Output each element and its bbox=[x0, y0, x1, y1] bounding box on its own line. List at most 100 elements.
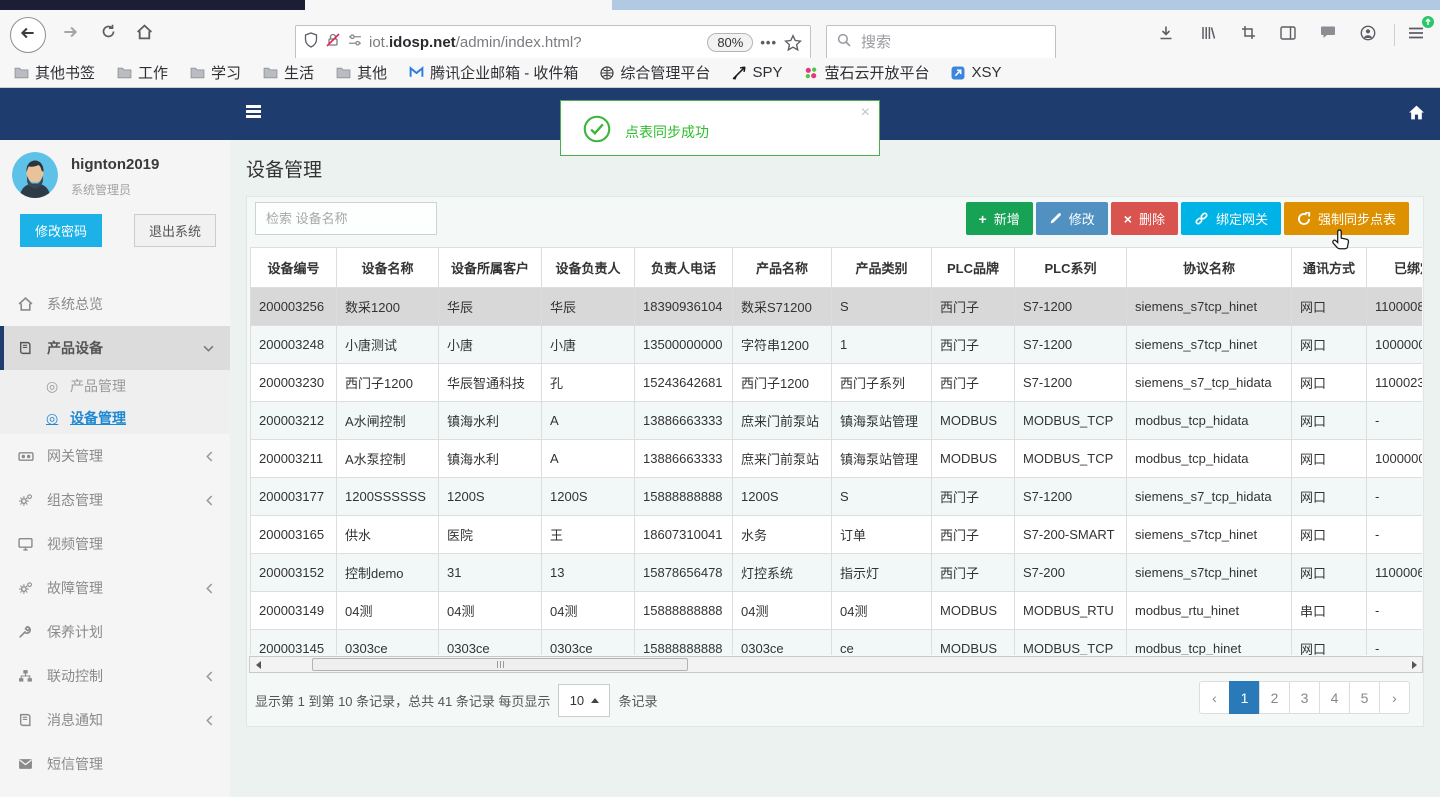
sidebar-item-产品管理[interactable]: ◎ 产品管理 bbox=[0, 370, 230, 402]
table-cell: 0303ce bbox=[438, 629, 542, 655]
sidebar-item-网关管理[interactable]: 网关管理 bbox=[0, 434, 230, 478]
logout-button[interactable]: 退出系统 bbox=[134, 214, 217, 247]
column-header[interactable]: 产品类别 bbox=[831, 247, 932, 288]
account-button[interactable] bbox=[1352, 19, 1384, 51]
column-header[interactable]: PLC品牌 bbox=[931, 247, 1015, 288]
sidebar-item-视频管理[interactable]: 视频管理 bbox=[0, 522, 230, 566]
column-header[interactable]: 设备所属客户 bbox=[438, 247, 542, 288]
bookmark-item[interactable]: 工作 bbox=[117, 62, 168, 83]
column-header[interactable]: 产品名称 bbox=[732, 247, 832, 288]
pager-page-1[interactable]: 1 bbox=[1229, 681, 1260, 714]
table-row[interactable]: 200003149 04测 04测 04测 15888888888 04测 04测 MODBU… bbox=[250, 591, 1422, 630]
column-header[interactable]: 设备名称 bbox=[336, 247, 439, 288]
change-password-button[interactable]: 修改密码 bbox=[20, 214, 103, 247]
bookmark-star-icon[interactable] bbox=[784, 33, 802, 52]
page-actions-icon[interactable]: ••• bbox=[760, 35, 777, 50]
pager-page-5[interactable]: 5 bbox=[1349, 681, 1380, 714]
url-bar[interactable]: iot.idosp.net/admin/index.html? 80% ••• bbox=[295, 25, 811, 60]
reload-button[interactable] bbox=[92, 18, 124, 50]
sidebar-item-设备管理[interactable]: ◎ 设备管理 bbox=[0, 402, 230, 434]
table-cell: 孔 bbox=[541, 363, 635, 402]
column-header[interactable]: PLC系列 bbox=[1014, 247, 1127, 288]
bookmark-item[interactable]: 学习 bbox=[190, 62, 241, 83]
folder-icon bbox=[336, 66, 351, 79]
新增-button[interactable]: + 新增 bbox=[965, 202, 1033, 235]
sidebar-item-保养计划[interactable]: 保养计划 bbox=[0, 610, 230, 654]
sidebar-item-消息通知[interactable]: 消息通知 bbox=[0, 698, 230, 742]
column-header[interactable]: 设备编号 bbox=[250, 247, 337, 288]
pager-page-4[interactable]: 4 bbox=[1319, 681, 1350, 714]
column-header[interactable]: 设备负责人 bbox=[541, 247, 635, 288]
browser-search-bar[interactable] bbox=[826, 25, 1056, 60]
insecure-lock-icon[interactable] bbox=[325, 32, 341, 53]
bookmark-item[interactable]: SPY bbox=[732, 64, 782, 81]
table-row[interactable]: 200003256 数采1200 华辰 华辰 18390936104 数采S71200 S 西… bbox=[250, 287, 1422, 326]
table-row[interactable]: 200003212 A水闸控制 镇海水利 A 13886663333 庶来门前泵站 镇海泵站… bbox=[250, 401, 1422, 440]
table-row[interactable]: 200003248 小唐测试 小唐 小唐 13500000000 字符串1200 1 西门子 S… bbox=[250, 325, 1422, 364]
pager-prev[interactable]: ‹ bbox=[1199, 681, 1230, 714]
button-label: 删除 bbox=[1138, 212, 1165, 227]
zoom-level-badge[interactable]: 80% bbox=[707, 33, 754, 52]
column-header[interactable]: 协议名称 bbox=[1126, 247, 1292, 288]
删除-button[interactable]: × 删除 bbox=[1110, 202, 1178, 235]
sidebar-item-产品设备[interactable]: 产品设备 bbox=[0, 326, 230, 370]
sidebar-toggle-button[interactable] bbox=[246, 105, 261, 120]
table-row[interactable]: 200003165 供水 医院王 18607310041 水务 订单 西门子 S7-200-S… bbox=[250, 515, 1422, 554]
menu-button[interactable] bbox=[1400, 16, 1434, 51]
app-home-icon[interactable] bbox=[1408, 105, 1425, 120]
messages-button[interactable] bbox=[1312, 19, 1344, 51]
pager-page-2[interactable]: 2 bbox=[1259, 681, 1290, 714]
pager-next[interactable]: › bbox=[1379, 681, 1410, 714]
bookmark-item[interactable]: 萤石云开放平台 bbox=[804, 62, 929, 83]
downloads-button[interactable] bbox=[1150, 19, 1182, 51]
column-header[interactable]: 通讯方式 bbox=[1291, 247, 1367, 288]
book-icon bbox=[18, 713, 36, 727]
绑定网关-button[interactable]: 绑定网关 bbox=[1180, 202, 1281, 235]
table-row[interactable]: 200003211 A水泵控制 镇海水利 A 13886663333 庶来门前泵站 镇海泵站… bbox=[250, 439, 1422, 478]
bookmark-item[interactable]: 综合管理平台 bbox=[600, 62, 710, 83]
browser-search-input[interactable] bbox=[859, 33, 1045, 52]
horizontal-scrollbar[interactable] bbox=[249, 656, 1423, 673]
permissions-icon[interactable] bbox=[348, 33, 362, 52]
pager-page-3[interactable]: 3 bbox=[1289, 681, 1320, 714]
bookmark-item[interactable]: 生活 bbox=[263, 62, 314, 83]
修改-button[interactable]: 修改 bbox=[1035, 202, 1108, 235]
table-cell: siemens_s7_tcp_hidata bbox=[1126, 477, 1292, 516]
bookmark-item[interactable]: XSY bbox=[951, 64, 1001, 81]
page-size-dropdown[interactable]: 10 bbox=[558, 684, 611, 717]
sidebar-item-label: 联动控制 bbox=[47, 668, 103, 684]
scrollbar-thumb[interactable] bbox=[312, 658, 688, 671]
back-button[interactable] bbox=[10, 17, 46, 53]
toast-notification: 点表同步成功 × bbox=[560, 100, 880, 156]
screenshot-button[interactable] bbox=[1232, 19, 1264, 51]
sidebar-item-故障管理[interactable]: 故障管理 bbox=[0, 566, 230, 610]
table-row[interactable]: 200003177 1200SSSSSS 1200S 1200S 15888888888… bbox=[250, 477, 1422, 516]
table-cell: 200003212 bbox=[250, 401, 337, 440]
强制同步点表-button[interactable]: 强制同步点表 bbox=[1283, 202, 1409, 235]
shield-icon[interactable] bbox=[304, 32, 318, 53]
sidebar-item-系统总览[interactable]: 系统总览 bbox=[0, 282, 230, 326]
sidebar-item-clipped[interactable] bbox=[0, 786, 230, 797]
button-label: 修改 bbox=[1068, 212, 1095, 227]
sidebar-item-联动控制[interactable]: 联动控制 bbox=[0, 654, 230, 698]
sidebars-button[interactable] bbox=[1272, 19, 1304, 51]
bookmark-item[interactable]: 其他书签 bbox=[14, 62, 95, 83]
table-cell: 庶来门前泵站 bbox=[732, 439, 832, 478]
scroll-right-arrow[interactable] bbox=[1406, 657, 1422, 672]
column-header[interactable]: 已绑定网关 bbox=[1366, 247, 1422, 288]
forward-button[interactable] bbox=[54, 18, 86, 50]
device-search-input[interactable] bbox=[255, 202, 437, 235]
bookmark-item[interactable]: 腾讯企业邮箱 - 收件箱 bbox=[409, 62, 578, 83]
table-row[interactable]: 200003152 控制demo 31 13 15878656478 灯控系统 指示灯 西门子… bbox=[250, 553, 1422, 592]
sidebar-item-短信管理[interactable]: 短信管理 bbox=[0, 742, 230, 786]
table-row[interactable]: 200003230 西门子1200 华辰智通科技孔 15243642681 西门子120… bbox=[250, 363, 1422, 402]
close-icon[interactable]: × bbox=[861, 104, 870, 122]
bookmark-item[interactable]: 其他 bbox=[336, 62, 387, 83]
sidebar-item-组态管理[interactable]: 组态管理 bbox=[0, 478, 230, 522]
library-button[interactable] bbox=[1192, 19, 1224, 51]
table-row[interactable]: 200003145 0303ce 0303ce 0303ce 15888888888 03… bbox=[250, 629, 1422, 655]
bookmark-label: 工作 bbox=[138, 65, 169, 82]
scroll-left-arrow[interactable] bbox=[250, 657, 266, 672]
browser-home-button[interactable] bbox=[128, 18, 160, 50]
column-header[interactable]: 负责人电话 bbox=[634, 247, 733, 288]
